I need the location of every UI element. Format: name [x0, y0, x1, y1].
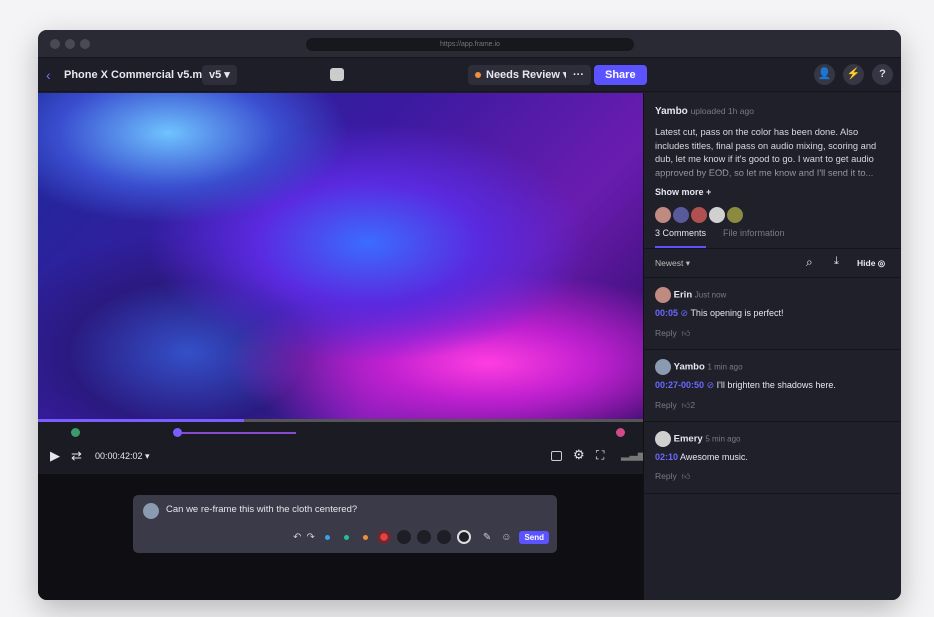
comment-composer: Can we re-frame this with the cloth cent…	[133, 495, 557, 553]
url-bar[interactable]: https://app.frame.io	[306, 38, 634, 51]
help-icon[interactable]: ?	[872, 64, 893, 85]
emoji-icon[interactable]: ☺	[501, 532, 511, 543]
avatar	[727, 207, 743, 223]
composer-avatar	[143, 503, 159, 519]
check-circle-icon: ◎	[877, 258, 886, 268]
brush-icon[interactable]	[396, 530, 411, 544]
avatar	[673, 207, 689, 223]
comment-time: 1 min ago	[707, 362, 743, 372]
divider	[644, 493, 901, 494]
comment-item[interactable]: Yambo 1 min ago 00:27-00:50 ⊘ I'll brigh…	[644, 349, 901, 421]
compare-view-icon[interactable]	[330, 68, 344, 81]
comment-timestamp[interactable]: 00:05	[655, 308, 678, 318]
hide-button[interactable]: Hide ◎	[857, 258, 885, 269]
comment-timestamp[interactable]: 00:27-00:50	[655, 380, 704, 390]
comment-range	[182, 432, 296, 434]
close-window-button[interactable]	[50, 39, 60, 49]
maximize-window-button[interactable]	[80, 39, 90, 49]
comment-item[interactable]: Emery 5 min ago 02:10 Awesome music. Rep…	[644, 421, 901, 493]
sort-dropdown[interactable]: Newest ▾	[655, 258, 690, 269]
comment-author: Erin	[673, 289, 693, 301]
avatar	[655, 359, 671, 375]
comment-filter-bar: Newest ▾ ⌕ ⤓ Hide ◎	[644, 248, 901, 277]
annotation-icon: ⊘	[680, 308, 689, 318]
viewer-avatars	[655, 207, 890, 223]
version-dropdown[interactable]: v5 ▾	[202, 65, 237, 85]
player-pane: ▶ ⇄ 00:00:42:02 ▾ ⚙ ⛶ ▂▃▅ Can we re-fram…	[38, 93, 646, 600]
back-icon[interactable]: ‹	[46, 65, 51, 85]
avatar	[655, 287, 671, 303]
comment-time: 5 min ago	[705, 434, 741, 444]
upload-info: Yambo uploaded 1h ago Latest cut, pass o…	[644, 93, 901, 248]
minimize-window-button[interactable]	[65, 39, 75, 49]
avatar	[655, 207, 671, 223]
avatar	[691, 207, 707, 223]
loop-icon[interactable]: ⇄	[71, 448, 82, 464]
comment-list: Erin Just now 00:05 ⊘ This opening is pe…	[644, 277, 901, 494]
avatar	[709, 207, 725, 223]
comment-time: Just now	[694, 290, 727, 300]
settings-gear-icon[interactable]: ⚙	[573, 447, 585, 463]
like-icon[interactable]: 👍︎	[681, 328, 690, 338]
stroke-size-icon[interactable]	[456, 530, 471, 544]
video-frame[interactable]	[38, 93, 643, 419]
comment-text: This opening is perfect!	[690, 308, 784, 318]
comment-author: Emery	[673, 433, 703, 445]
avatar	[655, 431, 671, 447]
show-more-link[interactable]: Show more +	[655, 187, 890, 197]
search-icon[interactable]: ⌕	[806, 255, 813, 270]
annotation-icon: ⊘	[706, 380, 715, 390]
comment-marker-yambo[interactable]	[173, 428, 182, 437]
download-icon[interactable]: ⤓	[834, 255, 839, 268]
file-name: Phone X Commercial v5.mov	[64, 69, 215, 81]
comment-marker-erin[interactable]	[71, 428, 80, 437]
reply-button[interactable]: Reply	[655, 471, 677, 481]
tab-comments[interactable]: 3 Comments	[655, 228, 707, 248]
user-icon[interactable]: 👤	[814, 64, 835, 85]
send-button[interactable]: Send	[519, 530, 549, 544]
arrow-icon[interactable]	[416, 530, 431, 544]
status-dropdown[interactable]: Needs Review ▾	[468, 65, 576, 85]
undo-icon[interactable]: ↶	[293, 532, 301, 543]
comment-input[interactable]: Can we re-frame this with the cloth cent…	[166, 504, 357, 515]
comment-timestamp[interactable]: 02:10	[655, 452, 678, 462]
color-orange[interactable]	[362, 534, 368, 540]
comments-panel: Yambo uploaded 1h ago Latest cut, pass o…	[643, 93, 901, 600]
safe-zones-icon[interactable]	[551, 451, 562, 461]
player-controls: ▶ ⇄ 00:00:42:02 ▾ ⚙ ⛶ ▂▃▅	[38, 422, 646, 474]
comment-marker-emery[interactable]	[616, 428, 625, 437]
more-button[interactable]: ···	[566, 65, 591, 85]
fullscreen-icon[interactable]: ⛶	[596, 448, 604, 463]
color-blue[interactable]	[324, 534, 330, 540]
app-window: https://app.frame.io ‹ Phone X Commercia…	[38, 30, 901, 600]
redo-icon[interactable]: ↷	[306, 532, 314, 543]
color-teal[interactable]	[343, 534, 349, 540]
like-icon[interactable]: 👍︎	[681, 471, 690, 481]
uploader-name: Yambo	[655, 106, 688, 117]
reply-button[interactable]: Reply	[655, 328, 677, 338]
share-button[interactable]: Share	[594, 65, 647, 85]
timecode-dropdown[interactable]: 00:00:42:02 ▾	[95, 451, 150, 462]
color-red[interactable]	[376, 530, 391, 544]
status-label: Needs Review ▾	[486, 69, 569, 81]
draw-tool-icon[interactable]: ✎	[483, 532, 491, 543]
upload-description: Latest cut, pass on the color has been d…	[655, 127, 877, 178]
reply-button[interactable]: Reply	[655, 400, 677, 410]
comment-author: Yambo	[673, 361, 705, 373]
tab-file-information[interactable]: File information	[723, 228, 785, 248]
like-count: 2	[690, 400, 696, 410]
line-icon[interactable]	[436, 530, 451, 544]
comment-text: I'll brighten the shadows here.	[716, 380, 836, 390]
play-icon[interactable]: ▶	[50, 448, 60, 464]
upload-time: uploaded 1h ago	[690, 106, 754, 116]
comment-text: Awesome music.	[680, 452, 748, 462]
browser-titlebar: https://app.frame.io	[38, 30, 901, 58]
toolbar: ‹ Phone X Commercial v5.mov v5 ▾ Needs R…	[38, 58, 901, 92]
bolt-icon[interactable]: ⚡	[843, 64, 864, 85]
status-dot-icon	[475, 72, 481, 79]
comment-item[interactable]: Erin Just now 00:05 ⊘ This opening is pe…	[644, 277, 901, 349]
hide-label: Hide	[857, 258, 876, 268]
